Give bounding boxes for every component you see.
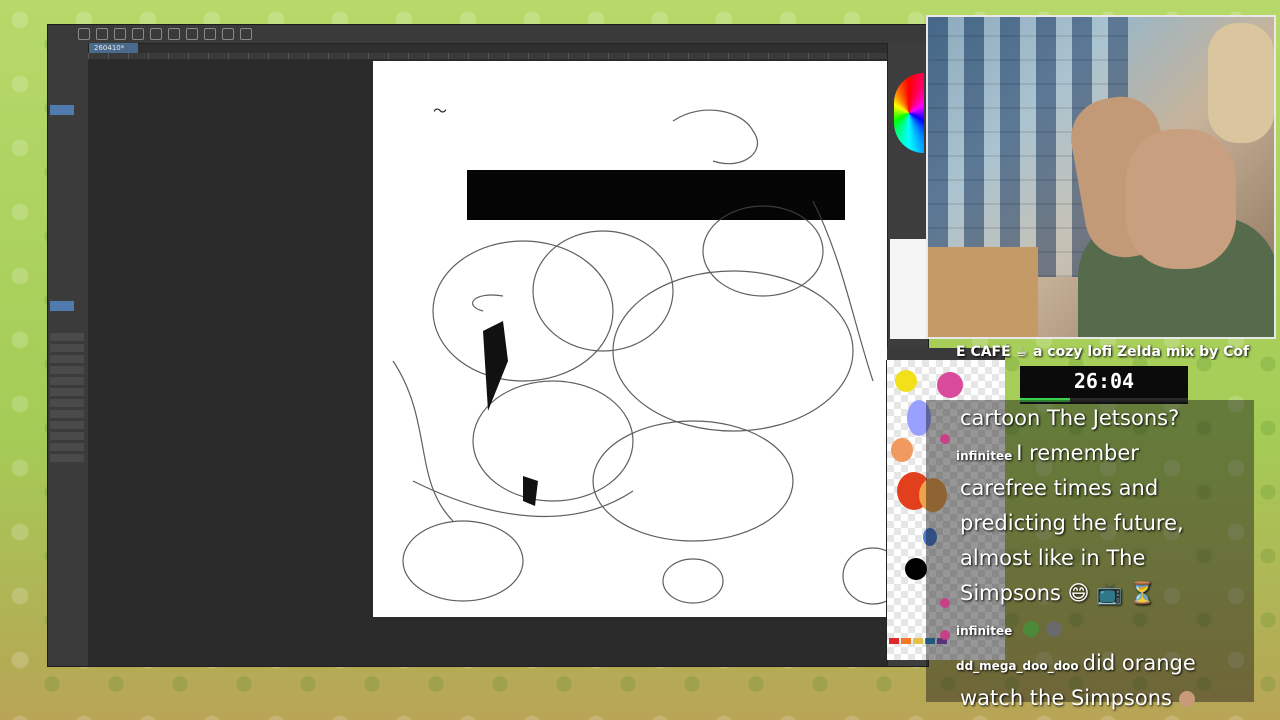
chat-text: cartoon The Jetsons? [960,406,1180,430]
ruler-icon[interactable] [240,28,252,40]
chat-username: dd_mega_doo_doo [956,659,1079,673]
subtool-item[interactable] [50,366,84,374]
open-icon[interactable] [96,28,108,40]
chat-text: carefree times and [960,476,1159,500]
redo-icon[interactable] [150,28,162,40]
chat-overlay: cartoon The Jetsons? infinitee I remember… [926,400,1254,710]
chat-username: infinitee [956,449,1013,463]
svg-text:〜: 〜 [433,104,447,120]
brush-icon[interactable] [204,28,216,40]
subtool-item[interactable] [50,388,84,396]
chat-line: infinitee I remember [956,437,1248,472]
person-emote-icon [1178,691,1195,707]
undo-icon[interactable] [132,28,144,40]
chat-avatar [940,630,950,640]
chat-line: almost like in The [956,542,1248,577]
chat-text: watch the Simpsons [960,686,1172,710]
app-toolbar [48,25,928,44]
cloud-emote-icon [1045,621,1062,637]
pencil-sketch: 〜 [392,104,904,605]
color-wheel[interactable] [894,73,924,153]
now-playing-text: E CAFÉ ☕ a cozy lofi Zelda mix by Cof [956,344,1250,360]
subtool-item[interactable] [50,432,84,440]
chat-message-list: cartoon The Jetsons? infinitee I remember… [956,402,1248,717]
save-icon[interactable] [114,28,126,40]
chat-text: predicting the future, [960,511,1184,535]
navigator-thumbnail[interactable] [890,239,926,339]
color-chip[interactable] [889,638,899,644]
paint-dab[interactable] [891,438,913,462]
color-chip[interactable] [901,638,911,644]
streamer-head [1126,129,1236,269]
chat-text: Simpsons 😄 📺 ⏳ [960,581,1156,605]
chat-line: cartoon The Jetsons? [956,402,1248,437]
chat-line: infinitee [956,612,1248,647]
tool-property-panel [48,43,89,666]
chat-line: carefree times and [956,472,1248,507]
chat-avatar [940,598,950,608]
subtool-item[interactable] [50,344,84,352]
selected-tool-highlight[interactable] [50,105,74,115]
webcam-feed [926,15,1276,339]
chat-text: almost like in The [960,546,1146,570]
subtool-item[interactable] [50,377,84,385]
selected-subtool-highlight[interactable] [50,301,74,311]
settings-icon[interactable] [168,28,180,40]
chat-username: infinitee [956,624,1013,638]
drawing-canvas[interactable]: 〜 [373,61,927,617]
transform-icon[interactable] [222,28,234,40]
subtool-item[interactable] [50,421,84,429]
chat-avatar [940,434,950,444]
subtool-item[interactable] [50,443,84,451]
subtool-item[interactable] [50,399,84,407]
new-file-icon[interactable] [78,28,90,40]
paint-dab[interactable] [905,558,927,580]
drawing-app-window: 260410* 〜 [47,24,929,667]
color-chip[interactable] [913,638,923,644]
shelf [928,247,1038,337]
subtool-list [50,333,84,462]
frog-emote-icon [1022,621,1039,637]
chat-line: watch the Simpsons [956,682,1248,717]
subtool-item[interactable] [50,410,84,418]
subtool-item[interactable] [50,355,84,363]
subtool-item[interactable] [50,454,84,462]
timer-value: 26:04 [1073,369,1135,393]
chat-line: dd_mega_doo_doo did orange [956,647,1248,682]
paint-dab[interactable] [895,370,917,392]
subtool-item[interactable] [50,333,84,341]
canvas-workspace[interactable]: 〜 [88,59,927,666]
paint-dab[interactable] [937,372,963,398]
teddy-bear [1208,23,1274,143]
chat-line: Simpsons 😄 📺 ⏳ [956,577,1248,612]
chat-text: did orange [1082,651,1196,675]
fill-icon[interactable] [186,28,198,40]
chat-text: I remember [1016,441,1139,465]
stream-timer: 26:04 [1020,366,1188,404]
chat-line: predicting the future, [956,507,1248,542]
